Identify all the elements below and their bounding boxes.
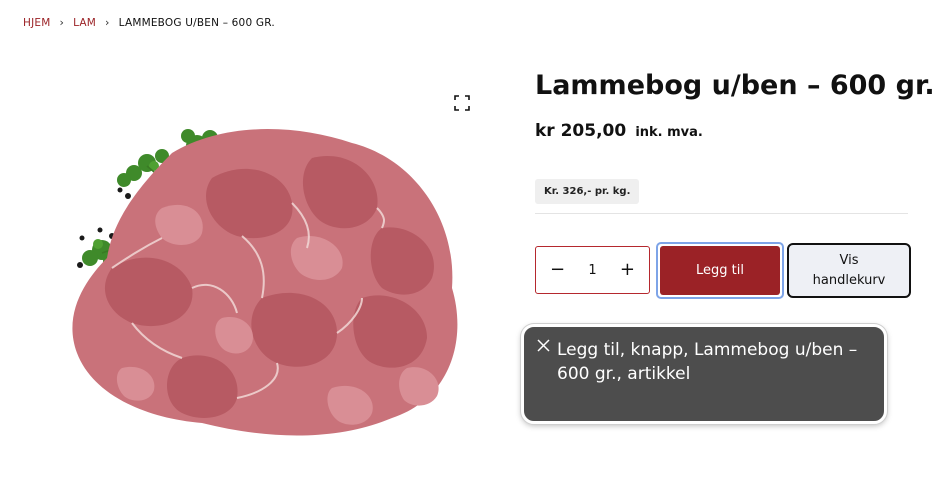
increment-button[interactable]: + [620, 261, 635, 279]
decrement-button[interactable]: − [550, 261, 565, 279]
voiceover-caption: Legg til, knapp, Lammebog u/ben – 600 gr… [521, 324, 887, 424]
caption-text: Legg til, knapp, Lammebog u/ben – 600 gr… [557, 340, 858, 384]
breadcrumb-current: LAMMEBOG U/BEN – 600 GR. [118, 16, 275, 29]
breadcrumb-home-link[interactable]: HJEM [23, 17, 51, 29]
price-line: kr 205,00 ink. mva. [535, 121, 703, 141]
product-title: Lammebog u/ben – 600 gr. [535, 70, 935, 101]
product-image [72, 129, 458, 436]
quantity-stepper: − 1 + [535, 246, 650, 294]
chevron-right-icon: › [59, 16, 65, 29]
breadcrumb: HJEM › LAM › LAMMEBOG U/BEN – 600 GR. [23, 16, 275, 29]
quantity-value[interactable]: 1 [588, 263, 596, 278]
add-to-cart-button[interactable]: Legg til [660, 246, 780, 295]
vat-note: ink. mva. [635, 125, 703, 140]
chevron-right-icon: › [105, 16, 110, 29]
product-price: kr 205,00 [535, 121, 627, 141]
close-icon[interactable] [537, 339, 550, 352]
view-cart-button[interactable]: Vis handlekurv [787, 243, 911, 298]
divider [535, 213, 908, 214]
breadcrumb-category-link[interactable]: LAM [73, 17, 96, 29]
unit-price-badge: Kr. 326,- pr. kg. [535, 179, 640, 204]
expand-icon[interactable] [454, 95, 470, 111]
